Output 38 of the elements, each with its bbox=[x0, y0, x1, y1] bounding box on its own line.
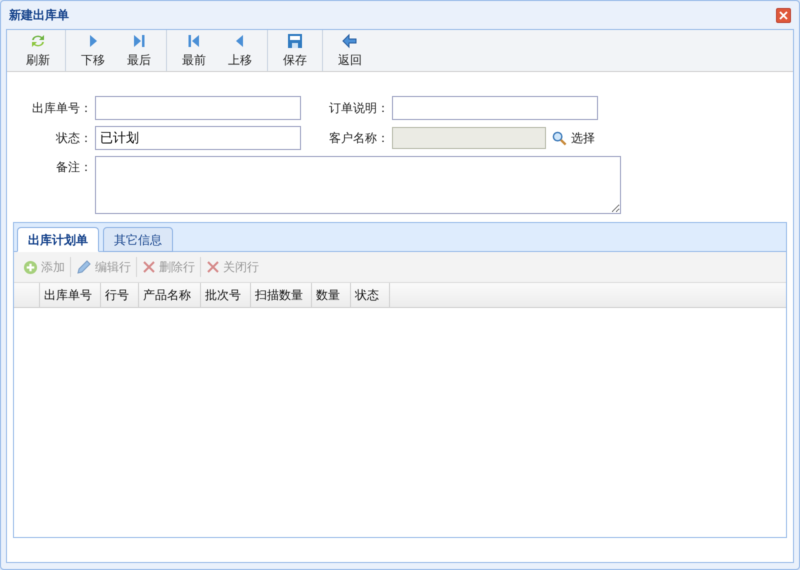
toolbar-button[interactable]: 上移 bbox=[217, 32, 263, 68]
toolbar-button[interactable]: 保存 bbox=[272, 32, 318, 68]
order-note-field[interactable] bbox=[392, 96, 598, 120]
search-icon bbox=[552, 130, 567, 146]
field-label: 备注： bbox=[55, 159, 92, 176]
toolbar-button[interactable]: 最前 bbox=[171, 32, 217, 68]
tab[interactable]: 其它信息 bbox=[103, 227, 173, 252]
skip-last-icon bbox=[131, 32, 147, 48]
column-header[interactable]: 出库单号 bbox=[40, 283, 101, 307]
close-button[interactable] bbox=[776, 8, 791, 22]
save-icon bbox=[287, 32, 303, 48]
column-header[interactable]: 批次号 bbox=[201, 283, 251, 307]
column-header[interactable]: 状态 bbox=[351, 283, 390, 307]
toolbar-button[interactable]: 下移 bbox=[70, 32, 116, 68]
remark-field[interactable] bbox=[95, 156, 621, 214]
field-label: 订单说明： bbox=[328, 100, 389, 117]
column-header[interactable]: 数量 bbox=[312, 283, 351, 307]
skip-first-icon bbox=[186, 32, 202, 48]
column-header[interactable]: 产品名称 bbox=[139, 283, 201, 307]
toolbar-button[interactable]: 刷新 bbox=[15, 32, 61, 68]
close-icon bbox=[779, 10, 788, 20]
back-arrow-icon bbox=[342, 32, 358, 48]
field-label: 状态： bbox=[55, 130, 92, 147]
add-icon bbox=[23, 260, 38, 274]
window-title: 新建出库单 bbox=[9, 7, 69, 24]
tab[interactable]: 出库计划单 bbox=[17, 227, 99, 252]
x-icon bbox=[206, 260, 220, 274]
field-label: 客户名称： bbox=[328, 130, 389, 147]
column-header[interactable]: 扫描数量 bbox=[251, 283, 312, 307]
status-field[interactable]: 已计划 bbox=[95, 126, 301, 150]
column-header[interactable]: 行号 bbox=[101, 283, 139, 307]
order-number-field[interactable] bbox=[95, 96, 301, 120]
field-label: 出库单号： bbox=[31, 100, 92, 117]
toolbar-button[interactable]: 返回 bbox=[327, 32, 373, 68]
pencil-icon bbox=[76, 259, 92, 275]
toolbar-button[interactable]: 最后 bbox=[116, 32, 162, 68]
x-icon bbox=[142, 260, 156, 274]
refresh-icon bbox=[30, 32, 46, 48]
